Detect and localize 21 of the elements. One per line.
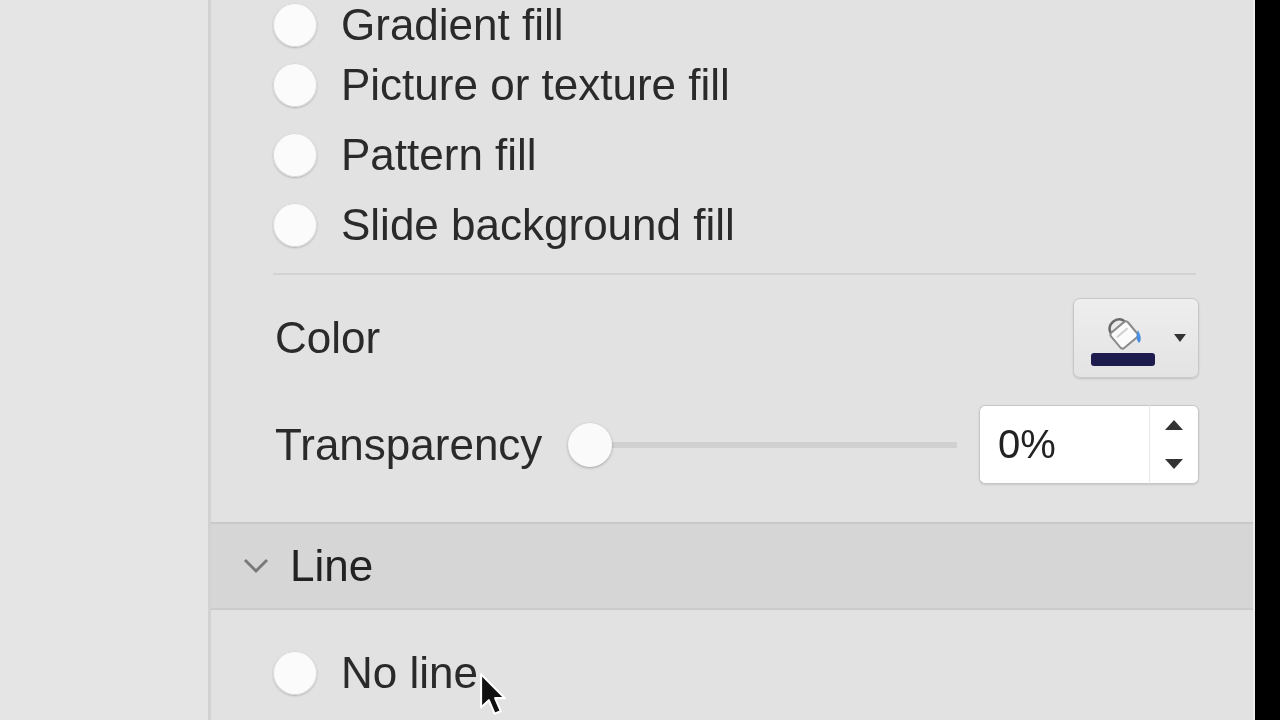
line-section-header[interactable]: Line: [211, 522, 1253, 610]
color-label: Color: [275, 313, 381, 363]
radio-button[interactable]: [273, 651, 317, 695]
radio-label: No line: [341, 649, 478, 697]
triangle-up-icon: [1165, 420, 1183, 431]
transparency-label: Transparency: [275, 419, 543, 470]
radio-button[interactable]: [273, 3, 317, 47]
mouse-pointer-icon: [478, 672, 507, 716]
caret-down-icon: [1174, 334, 1186, 342]
triangle-down-icon: [1165, 458, 1183, 469]
stepper-control[interactable]: [1149, 405, 1199, 484]
radio-label: Picture or texture fill: [341, 61, 730, 109]
radio-label: Slide background fill: [341, 201, 735, 249]
transparency-input[interactable]: 0%: [979, 405, 1149, 484]
radio-label: Pattern fill: [341, 131, 537, 179]
radio-button[interactable]: [273, 203, 317, 247]
radio-button[interactable]: [273, 63, 317, 107]
color-picker-button[interactable]: [1073, 298, 1199, 378]
radio-label: Gradient fill: [341, 1, 564, 49]
slider-thumb[interactable]: [568, 422, 613, 467]
radio-button[interactable]: [273, 133, 317, 177]
